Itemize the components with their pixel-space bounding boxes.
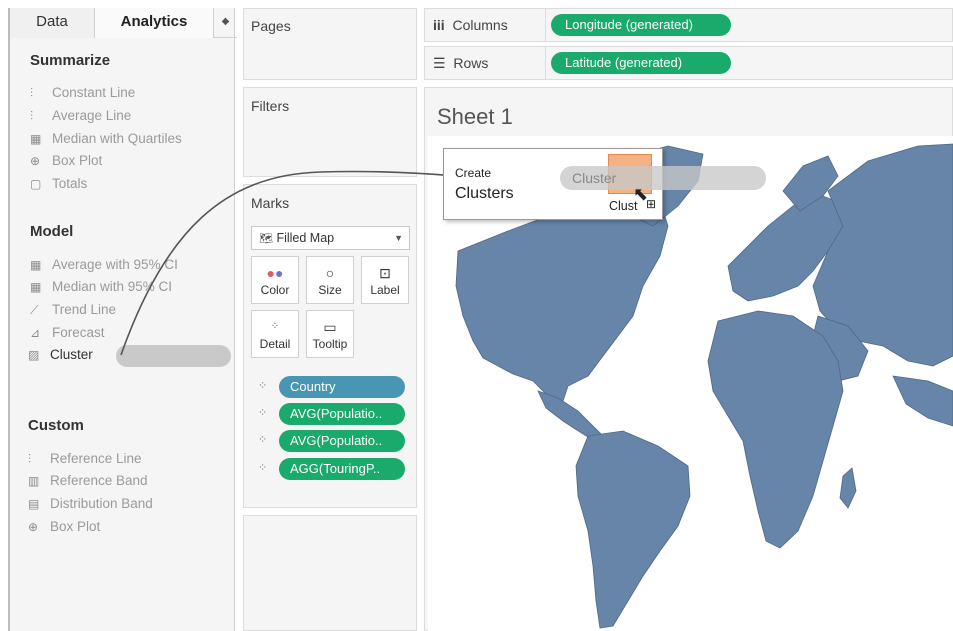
cursor-tooltip-label: Clust [609, 199, 638, 213]
add-plus-icon: ⊞ [646, 197, 657, 211]
popup-create-label: Create [455, 166, 492, 180]
dragged-cluster-label: Cluster [572, 170, 617, 186]
drag-path-overlay [120, 170, 560, 356]
popup-clusters-label: Clusters [455, 185, 514, 202]
